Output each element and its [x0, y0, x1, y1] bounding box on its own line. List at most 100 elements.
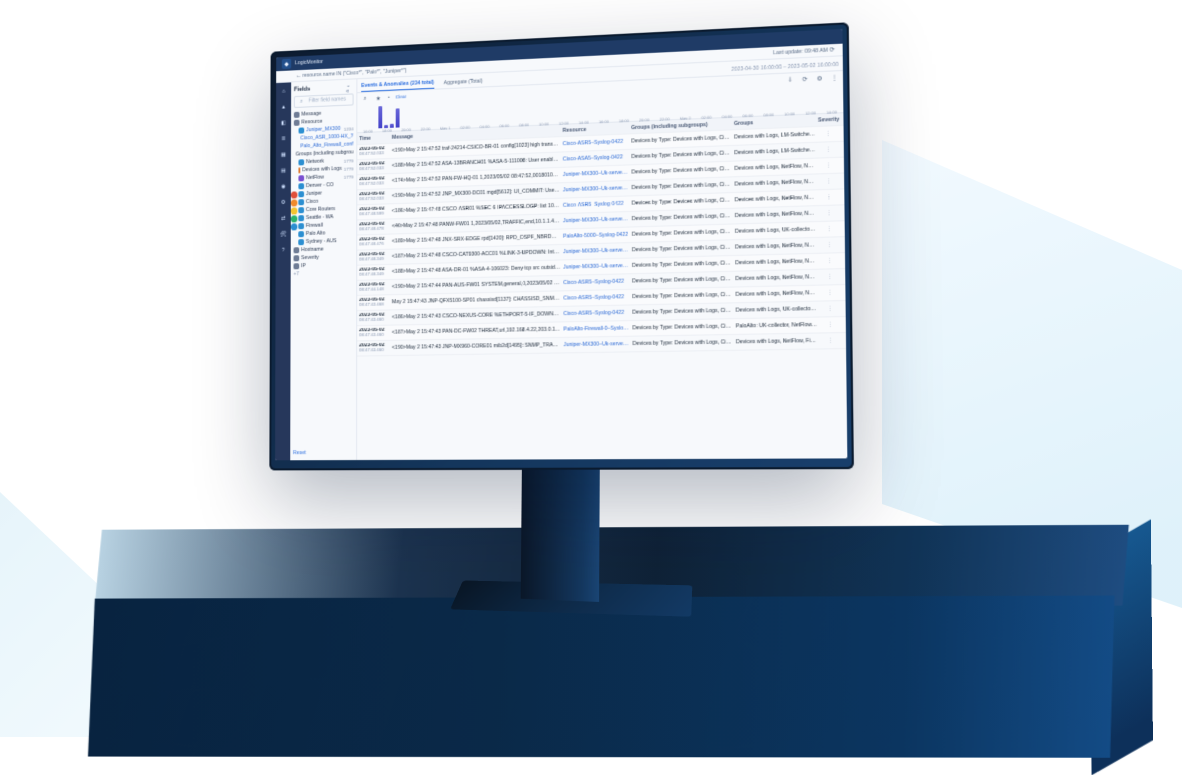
- tab-aggregate[interactable]: Aggregate (Total): [444, 76, 483, 88]
- cell-groups-inc: Devices by Type: Devices with Logs, Cis…: [632, 323, 735, 331]
- cell-resource[interactable]: Juniper-MX300–Uk-server04: [563, 169, 632, 178]
- col-resource[interactable]: Resource: [563, 125, 632, 134]
- row-menu-icon[interactable]: ⋮: [819, 194, 842, 201]
- col-groups[interactable]: Groups: [734, 117, 818, 127]
- cell-groups-inc: Devices by Type: Devices with Logs, Cis…: [632, 213, 735, 222]
- cell-resource[interactable]: Juniper-MX300–Uk-server04: [563, 247, 632, 255]
- cell-resource[interactable]: Cisco-ASR5–Syslog-0422: [563, 138, 632, 147]
- facet-icon: [298, 159, 304, 165]
- clear-filters-button[interactable]: Clear: [395, 95, 406, 101]
- row-menu-icon[interactable]: ⋮: [820, 337, 844, 344]
- cell-resource[interactable]: Cisco-ASR5–Syslog-0422: [563, 278, 632, 286]
- col-severity[interactable]: Severity: [818, 116, 841, 123]
- dashboards-icon[interactable]: ▦: [279, 150, 288, 160]
- row-menu-icon[interactable]: ⋮: [818, 146, 841, 153]
- histogram-bar[interactable]: [384, 125, 388, 128]
- row-menu-icon[interactable]: ⋮: [819, 226, 843, 233]
- severity-pill[interactable]: [291, 191, 298, 198]
- cell-groups: Devices with Logs, NetFlow, Network Serv…: [735, 194, 819, 203]
- time-range-label[interactable]: 2023-04-30 16:00:00 – 2023-05-02 16:00:0…: [731, 61, 838, 72]
- cell-message: <190>May 2 15:47:43 JNP-MX960-CORE01 mib…: [392, 342, 564, 351]
- star-icon[interactable]: ★: [375, 94, 383, 102]
- app-screen: ◆ LogicMonitor ← Last update: 09:48 AM ⟳…: [275, 29, 847, 460]
- cell-message: <188>May 2 15:47:48 ASA-DR-01 %ASA-4-106…: [392, 265, 563, 275]
- row-menu-icon[interactable]: ⋮: [819, 257, 843, 264]
- cell-resource[interactable]: Cisco-ASA5–Syslog-0422: [563, 154, 632, 163]
- collapse-sidebar-icon[interactable]: ⌄ «: [346, 83, 354, 91]
- cell-time: 2023-05-0208:47:52.033: [359, 146, 392, 157]
- download-icon[interactable]: ⇩: [786, 75, 794, 84]
- cell-resource[interactable]: Cisco-ASR5–Syslog-0422: [563, 201, 632, 209]
- row-menu-icon[interactable]: ⋮: [819, 178, 842, 185]
- row-menu-icon[interactable]: ⋮: [818, 162, 841, 169]
- tools-icon[interactable]: 🛠: [279, 230, 288, 240]
- facet-row[interactable]: +7: [293, 269, 353, 279]
- row-menu-icon[interactable]: ⋮: [820, 273, 844, 280]
- cell-time: 2023-05-0208:47:52.033: [359, 176, 392, 187]
- row-menu-icon[interactable]: ⋮: [820, 305, 844, 312]
- row-menu-icon[interactable]: ⋮: [818, 130, 841, 137]
- cell-groups-inc: Devices by Type: Devices with Logs, Cis…: [631, 166, 734, 176]
- facet-icon: [294, 112, 300, 118]
- facet-label: Denver - CO: [306, 182, 334, 189]
- more-icon[interactable]: ⋮: [830, 73, 839, 82]
- cell-resource[interactable]: Juniper-MX300–Uk-server04: [563, 263, 632, 271]
- cell-time: 2023-05-0208:47:48.349: [359, 267, 392, 278]
- cell-resource[interactable]: PaloAlto-Firewall-0–Syslog-06…: [563, 325, 632, 332]
- back-arrow-icon[interactable]: ←: [295, 71, 303, 79]
- row-menu-icon[interactable]: ⋮: [819, 210, 842, 217]
- cell-resource[interactable]: Cisco-ASR5–Syslog-0422: [563, 310, 632, 318]
- alerts-icon[interactable]: ▲: [279, 102, 288, 112]
- exchange-icon[interactable]: ⇄: [279, 214, 288, 224]
- reset-filters-link[interactable]: Reset: [293, 450, 306, 456]
- facet-icon: [298, 191, 304, 197]
- home-icon[interactable]: ⌂: [279, 86, 288, 96]
- histogram-bar[interactable]: [396, 108, 400, 127]
- facet-icon: [294, 247, 300, 253]
- cell-time: 2023-05-0208:47:43.468: [359, 297, 392, 308]
- help-icon[interactable]: ?: [278, 246, 287, 256]
- facet-label: Cisco: [306, 199, 318, 205]
- cell-resource[interactable]: PaloAlto-5000–Syslog-0422: [563, 232, 632, 240]
- severity-pill[interactable]: [291, 223, 298, 230]
- cell-resource[interactable]: Juniper-MX300–Uk-server04: [563, 185, 632, 194]
- row-menu-icon[interactable]: ⋮: [820, 321, 844, 328]
- monitor: ◆ LogicMonitor ← Last update: 09:48 AM ⟳…: [270, 50, 850, 610]
- facet-icon: [298, 223, 304, 229]
- row-menu-icon[interactable]: ⋮: [820, 289, 844, 296]
- cell-groups: PaloAlto: UK-collector, NetFlow, Network…: [736, 322, 820, 330]
- facet-icon: [299, 127, 305, 133]
- col-time[interactable]: Time: [359, 134, 392, 141]
- refresh-icon[interactable]: ⟳: [828, 46, 837, 55]
- settings-icon[interactable]: ⚙: [279, 198, 288, 208]
- chart-refresh-icon[interactable]: ⟳: [801, 75, 810, 84]
- cell-resource[interactable]: Cisco-ASR5–Syslog-0422: [563, 294, 632, 302]
- cell-resource[interactable]: Juniper-MX300–Uk-server04: [564, 341, 633, 348]
- logs-icon[interactable]: ≣: [279, 134, 288, 144]
- sidebar-filter-input[interactable]: ⌕ Filter field names: [294, 93, 354, 108]
- histogram-bar[interactable]: [378, 106, 382, 128]
- facet-label: +7: [293, 271, 299, 277]
- cell-groups: Devices with Logs, NetFlow, Network Serv…: [735, 179, 819, 188]
- cell-groups: Devices with Logs, NetFlow, Network Serv…: [735, 210, 819, 219]
- brand-logo-icon: ◆: [282, 59, 291, 69]
- severity-pill[interactable]: [291, 199, 298, 206]
- cell-groups: Devices with Logs, NetFlow, Network Serv…: [735, 242, 819, 251]
- facet-icon: [298, 175, 304, 181]
- maps-icon[interactable]: ◉: [279, 182, 288, 192]
- row-menu-icon[interactable]: ⋮: [819, 241, 843, 248]
- chart-settings-icon[interactable]: ⚙: [815, 74, 824, 83]
- severity-pill[interactable]: [291, 207, 298, 214]
- resources-icon[interactable]: ◧: [279, 118, 288, 128]
- search-icon[interactable]: ⌕: [361, 95, 369, 103]
- reports-icon[interactable]: ▤: [279, 166, 288, 176]
- cell-resource[interactable]: Juniper-MX300–Uk-server04: [563, 216, 632, 224]
- histogram-bar[interactable]: [390, 124, 394, 128]
- col-groups-inc[interactable]: Groups (including subgroups): [631, 120, 734, 130]
- facet-count: 1234: [344, 126, 354, 131]
- facet-icon: [298, 215, 304, 221]
- facet-label: Hostname: [301, 247, 323, 254]
- severity-pill[interactable]: [291, 215, 298, 222]
- cell-message: <189>May 2 15:47:48 JNX-SRX-EDGE rpd[142…: [392, 234, 563, 245]
- facet-count: 1779: [344, 174, 354, 179]
